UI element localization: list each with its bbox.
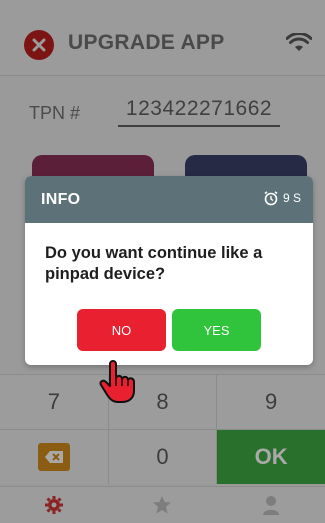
app-title: UPGRADE APP	[68, 31, 225, 54]
close-icon[interactable]	[24, 30, 54, 60]
alarm-clock-icon	[264, 191, 278, 206]
key-7[interactable]: 7	[0, 375, 109, 429]
yes-button[interactable]: YES	[172, 309, 261, 351]
keypad-row: 7 8 9	[0, 374, 325, 429]
gear-icon	[45, 496, 64, 514]
tab-favorites[interactable]	[108, 487, 216, 523]
dialog-header: INFO 9 S	[25, 176, 313, 223]
info-dialog: INFO 9 S Do you want continue like a pin…	[25, 176, 313, 365]
tab-profile[interactable]	[217, 487, 325, 523]
tab-bar	[0, 486, 325, 523]
key-9[interactable]: 9	[217, 375, 325, 429]
timer-text: 9 S	[282, 191, 301, 205]
hand-pointer-icon	[98, 358, 142, 409]
dialog-message: Do you want continue like a pinpad devic…	[45, 244, 263, 283]
dialog-title: INFO	[41, 191, 81, 208]
star-icon	[153, 496, 172, 514]
key-0[interactable]: 0	[108, 430, 218, 484]
keypad: 7 8 9 0 OK	[0, 374, 325, 484]
keypad-row: 0 OK	[0, 429, 325, 484]
tpn-field[interactable]: 123422271662	[118, 97, 280, 127]
user-icon	[262, 496, 279, 515]
tab-settings[interactable]	[0, 487, 108, 523]
backspace-key[interactable]	[0, 430, 109, 484]
tpn-label: TPN #	[29, 103, 81, 123]
ok-button[interactable]: OK	[217, 430, 325, 484]
app-header: UPGRADE APP	[0, 0, 325, 76]
no-button[interactable]: NO	[77, 309, 166, 351]
backspace-icon	[37, 443, 70, 471]
wifi-icon	[285, 32, 313, 58]
countdown-timer: 9 S	[263, 190, 301, 206]
